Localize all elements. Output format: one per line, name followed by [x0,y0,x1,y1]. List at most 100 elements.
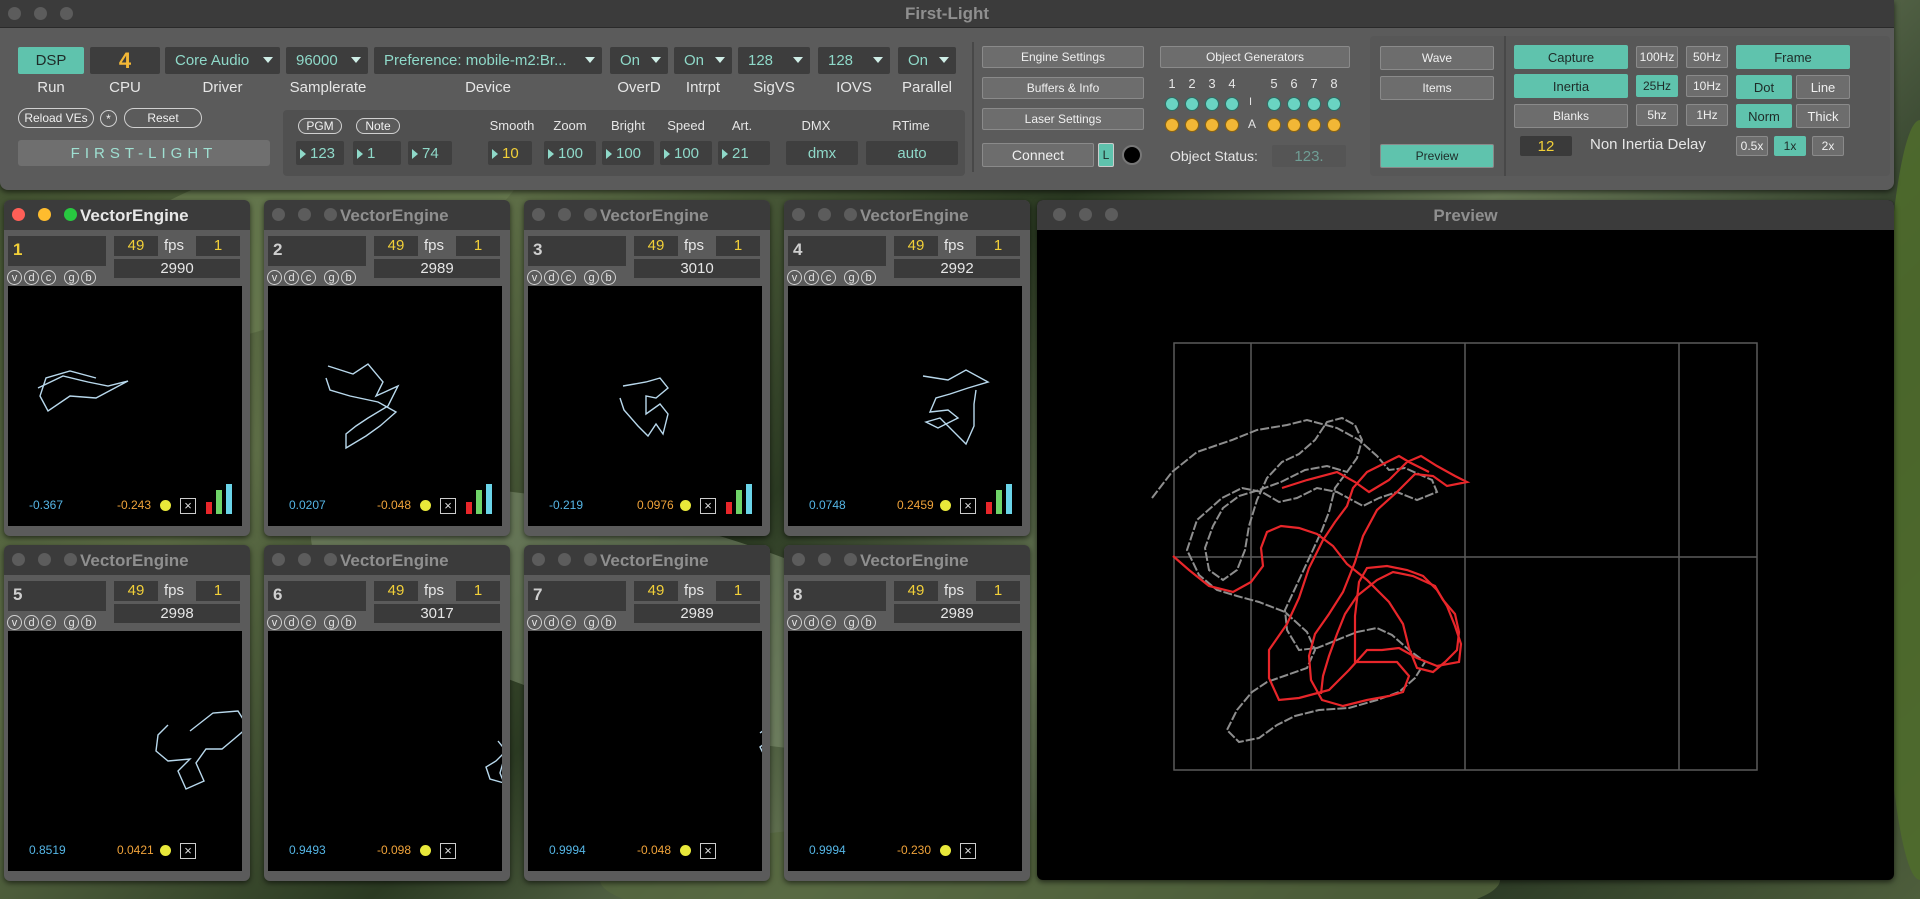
minimize-button[interactable] [38,553,51,566]
engine-channel[interactable]: 1 [456,236,500,256]
dsp-toggle[interactable]: DSP [18,47,84,74]
engine-channel[interactable]: 1 [456,581,500,601]
engine-3-blank-button[interactable]: b [601,270,616,285]
rate-5hz[interactable]: 5hz [1636,104,1678,126]
close-button[interactable] [272,553,285,566]
close-icon[interactable]: × [180,498,196,514]
zoom-button[interactable] [64,208,77,221]
engine-index[interactable]: 5 [8,581,106,611]
intrpt-select[interactable]: On [674,47,732,74]
engine-8-blank-button[interactable]: b [861,615,876,630]
frame-toggle[interactable]: Frame [1736,45,1850,69]
engine-1-debug-button[interactable]: d [24,270,39,285]
engine-4-debug-button[interactable]: d [804,270,819,285]
engine-4-config-button[interactable]: c [821,270,836,285]
engine-index[interactable]: 3 [528,236,626,266]
speed-value[interactable]: 100 [660,141,712,165]
parallel-select[interactable]: On [898,47,956,74]
engine-channel[interactable]: 1 [196,236,240,256]
close-icon[interactable]: × [700,498,716,514]
close-button[interactable] [532,208,545,221]
engine-settings-button[interactable]: Engine Settings [982,46,1144,68]
pgm-value-3[interactable]: 74 [408,141,452,165]
zoom-button[interactable] [324,553,337,566]
engine-channel[interactable]: 1 [716,581,760,601]
l-toggle[interactable]: L [1098,143,1114,167]
engine-index[interactable]: 1 [8,236,106,266]
engine-2-blank-button[interactable]: b [341,270,356,285]
note-toggle[interactable]: Note [356,118,400,134]
samplerate-select[interactable]: 96000 [286,47,368,74]
generator-2-input-led[interactable] [1185,97,1199,111]
rate-100hz[interactable]: 100Hz [1636,46,1678,68]
engine-1-gate-button[interactable]: g [64,270,79,285]
generator-3-active-led[interactable] [1205,118,1219,132]
generator-6-input-led[interactable] [1287,97,1301,111]
zoom-button[interactable] [584,553,597,566]
bright-value[interactable]: 100 [602,141,654,165]
minimize-button[interactable] [298,553,311,566]
object-generators-button[interactable]: Object Generators [1160,46,1350,68]
zoom-value[interactable]: 100 [544,141,596,165]
engine-index[interactable]: 8 [788,581,886,611]
generator-7-input-led[interactable] [1307,97,1321,111]
engine-7-view-button[interactable]: v [527,615,542,630]
reset-button[interactable]: Reset [124,108,202,128]
blanks-toggle[interactable]: Blanks [1514,104,1628,128]
minimize-button[interactable] [558,208,571,221]
engine-5-blank-button[interactable]: b [81,615,96,630]
engine-6-view-button[interactable]: v [267,615,282,630]
rate-1hz[interactable]: 1Hz [1686,104,1728,126]
close-button[interactable] [792,208,805,221]
engine-6-debug-button[interactable]: d [284,615,299,630]
generator-1-input-led[interactable] [1165,97,1179,111]
preview-button[interactable]: Preview [1380,144,1494,168]
engine-8-gate-button[interactable]: g [844,615,859,630]
engine-index[interactable]: 2 [268,236,366,266]
engine-channel[interactable]: 1 [976,581,1020,601]
engine-4-blank-button[interactable]: b [861,270,876,285]
generator-2-active-led[interactable] [1185,118,1199,132]
engine-5-view-button[interactable]: v [7,615,22,630]
dmx-value[interactable]: dmx [786,141,858,165]
engine-3-debug-button[interactable]: d [544,270,559,285]
star-button[interactable]: * [100,110,117,127]
engine-7-blank-button[interactable]: b [601,615,616,630]
engine-3-config-button[interactable]: c [561,270,576,285]
zoom-button[interactable] [324,208,337,221]
engine-5-gate-button[interactable]: g [64,615,79,630]
close-icon[interactable]: × [960,843,976,859]
close-icon[interactable]: × [440,843,456,859]
engine-channel[interactable]: 1 [716,236,760,256]
engine-6-blank-button[interactable]: b [341,615,356,630]
engine-index[interactable]: 6 [268,581,366,611]
minimize-button[interactable] [298,208,311,221]
close-icon[interactable]: × [700,843,716,859]
overd-select[interactable]: On [610,47,668,74]
generator-6-active-led[interactable] [1287,118,1301,132]
pgm-value-1[interactable]: 123 [296,141,344,165]
iovs-select[interactable]: 128 [818,47,890,74]
speed-0-5x[interactable]: 0.5x [1736,136,1768,156]
engine-7-config-button[interactable]: c [561,615,576,630]
non-inertia-delay-value[interactable]: 12 [1520,136,1572,156]
generator-3-input-led[interactable] [1205,97,1219,111]
wave-button[interactable]: Wave [1380,46,1494,70]
engine-channel[interactable]: 1 [196,581,240,601]
minimize-button[interactable] [558,553,571,566]
generator-5-input-led[interactable] [1267,97,1281,111]
close-button[interactable] [792,553,805,566]
close-button[interactable] [12,553,25,566]
sigvs-select[interactable]: 128 [738,47,810,74]
close-button[interactable] [532,553,545,566]
pgm-toggle[interactable]: PGM [298,118,342,134]
engine-3-gate-button[interactable]: g [584,270,599,285]
norm-toggle[interactable]: Norm [1736,104,1792,128]
items-button[interactable]: Items [1380,76,1494,100]
capture-toggle[interactable]: Capture [1514,45,1628,69]
rtime-value[interactable]: auto [866,141,958,165]
engine-8-debug-button[interactable]: d [804,615,819,630]
zoom-button[interactable] [64,553,77,566]
engine-6-config-button[interactable]: c [301,615,316,630]
close-icon[interactable]: × [180,843,196,859]
